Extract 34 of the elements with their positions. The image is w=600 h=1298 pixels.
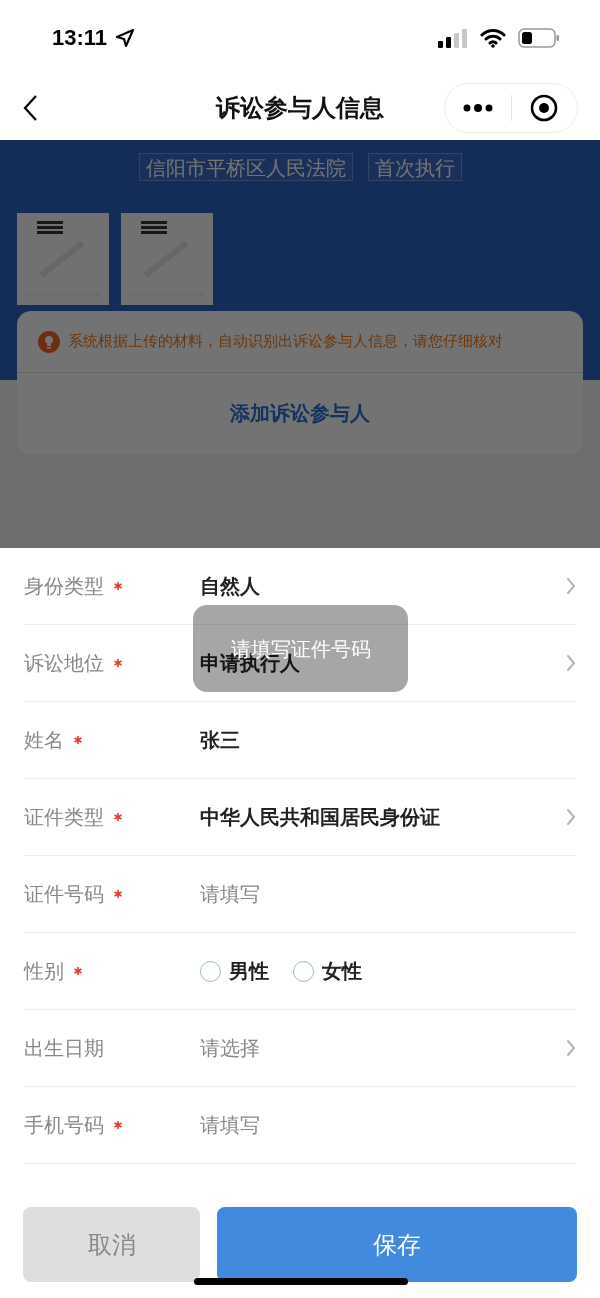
chevron-right-icon <box>566 808 576 826</box>
field-label: 性别 <box>24 959 64 984</box>
location-arrow-icon <box>115 27 136 48</box>
chevron-right-icon <box>566 1039 576 1057</box>
field-label: 证件类型 <box>24 805 104 830</box>
field-label: 姓名 <box>24 728 64 753</box>
chevron-right-icon <box>566 654 576 672</box>
select-field[interactable]: 中华人民共和国居民身份证 <box>200 802 576 832</box>
field-label: 身份类型 <box>24 574 104 599</box>
battery-icon <box>518 26 560 49</box>
radio-option[interactable]: 女性 <box>293 956 362 986</box>
select-field[interactable]: 自然人 <box>200 571 576 601</box>
wifi-icon <box>480 27 506 48</box>
radio-option[interactable]: 男性 <box>200 956 269 986</box>
back-icon <box>22 93 38 122</box>
more-icon <box>462 103 493 112</box>
chevron-right-icon <box>566 577 576 595</box>
field-label: 证件号码 <box>24 882 104 907</box>
input-field[interactable]: 请填写 <box>200 879 576 909</box>
input-field[interactable]: 请填写 <box>200 1110 576 1140</box>
status-time: 13:11 <box>52 24 108 52</box>
field-label: 出生日期 <box>24 1036 104 1061</box>
page-title: 诉讼参与人信息 <box>214 92 385 123</box>
signal-icon <box>438 27 468 48</box>
field-value: 张三 <box>200 728 240 753</box>
select-field[interactable]: 请选择 <box>200 1033 576 1063</box>
notice-text: 系统根据上传的材料，自动识别出诉讼参与人信息，请您仔细核对 <box>68 331 503 352</box>
case-tag: 信阳市平桥区人民法院 <box>138 153 353 181</box>
lightbulb-icon <box>38 330 60 353</box>
field-label: 手机号码 <box>24 1113 104 1138</box>
save-button[interactable]: 保存 <box>217 1207 577 1282</box>
target-icon <box>530 93 559 122</box>
case-tag: 首次执行 <box>367 153 462 181</box>
field-label: 诉讼地位 <box>24 651 104 676</box>
